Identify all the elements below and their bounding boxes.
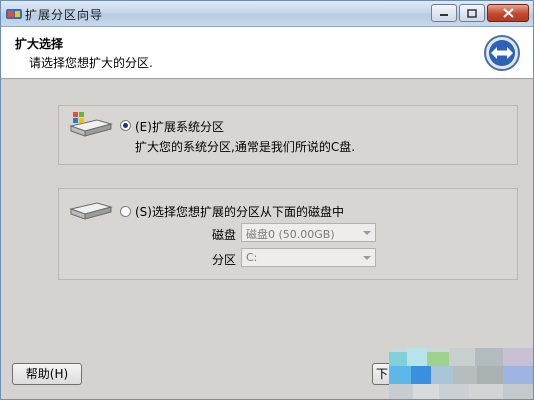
system-partition-label[interactable]: (E)扩展系统分区 xyxy=(135,118,224,135)
minimize-icon xyxy=(440,14,448,16)
window-controls xyxy=(431,4,529,22)
disk-drive-icon xyxy=(69,202,113,220)
partition-select[interactable]: C: xyxy=(241,248,376,267)
close-icon xyxy=(502,8,514,18)
page-subtitle: 请选择您想扩大的分区. xyxy=(29,56,153,70)
extend-arrows-icon xyxy=(484,35,520,71)
maximize-button[interactable] xyxy=(459,4,485,22)
app-icon xyxy=(6,9,22,19)
window-title: 扩展分区向导 xyxy=(25,8,104,22)
maximize-icon xyxy=(467,8,477,18)
system-drive-icon xyxy=(69,112,113,137)
chevron-down-icon xyxy=(363,256,371,260)
custom-partition-radio[interactable] xyxy=(120,206,131,217)
disk-select[interactable]: 磁盘0 (50.00GB) xyxy=(241,223,376,242)
close-button[interactable] xyxy=(487,4,529,22)
title-bar[interactable]: 扩展分区向导 xyxy=(1,1,533,27)
partition-label: 分区 xyxy=(212,253,237,267)
minimize-button[interactable] xyxy=(431,4,457,22)
wizard-body: (E)扩展系统分区 扩大您的系统分区,通常是我们所说的C盘. (S)选择您想扩展… xyxy=(1,80,533,399)
help-button[interactable]: 帮助(H) xyxy=(12,363,82,385)
wizard-header: 扩大选择 请选择您想扩大的分区. xyxy=(1,27,533,79)
page-title: 扩大选择 xyxy=(15,37,64,51)
wizard-window: 扩展分区向导 扩大选择 请选择您想扩大的分区. (E)扩展系统分区 扩大您的系统… xyxy=(0,0,534,400)
option-group-system: (E)扩展系统分区 扩大您的系统分区,通常是我们所说的C盘. xyxy=(58,105,518,165)
disk-select-value: 磁盘0 (50.00GB) xyxy=(246,228,335,241)
system-partition-description: 扩大您的系统分区,通常是我们所说的C盘. xyxy=(135,140,356,154)
system-partition-radio[interactable] xyxy=(120,120,131,131)
partition-select-value: C: xyxy=(246,251,258,264)
pixelated-overlay xyxy=(389,348,533,399)
option-group-custom: (S)选择您想扩展的分区从下面的磁盘中 磁盘 磁盘0 (50.00GB) 分区 … xyxy=(58,188,518,280)
disk-label: 磁盘 xyxy=(212,228,237,242)
chevron-down-icon xyxy=(363,231,371,235)
custom-partition-label[interactable]: (S)选择您想扩展的分区从下面的磁盘中 xyxy=(135,203,344,220)
